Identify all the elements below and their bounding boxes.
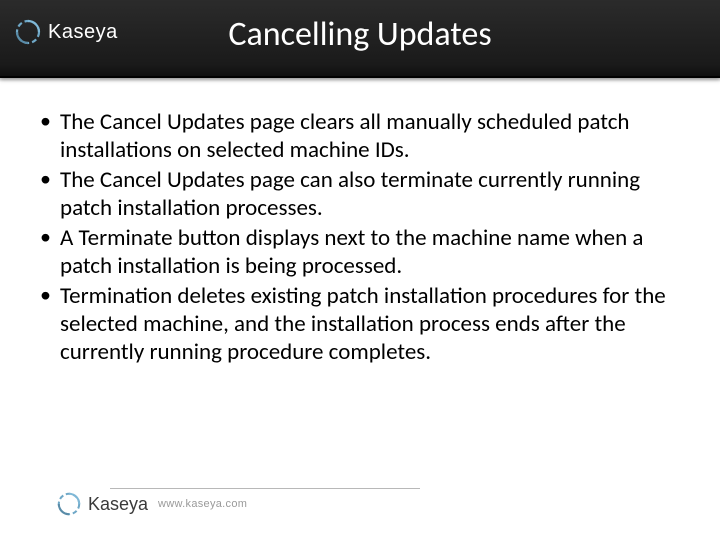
- brand-mark-icon: [56, 491, 82, 517]
- slide-title: Cancelling Updates: [0, 14, 720, 55]
- brand-name-bottom: Kaseya: [88, 494, 148, 515]
- brand-logo-bottom: Kaseya: [56, 491, 148, 517]
- slide-header: Kaseya Cancelling Updates: [0, 0, 720, 78]
- slide-footer: Kaseya www.kaseya.com: [0, 482, 720, 526]
- footer-divider: [110, 488, 420, 489]
- list-item: The Cancel Updates page can also termina…: [36, 166, 684, 222]
- slide-content: The Cancel Updates page clears all manua…: [0, 78, 720, 366]
- brand-url: www.kaseya.com: [158, 498, 247, 510]
- bullet-list: The Cancel Updates page clears all manua…: [36, 108, 684, 366]
- list-item: A Terminate button displays next to the …: [36, 224, 684, 280]
- list-item: Termination deletes existing patch insta…: [36, 282, 684, 366]
- list-item: The Cancel Updates page clears all manua…: [36, 108, 684, 164]
